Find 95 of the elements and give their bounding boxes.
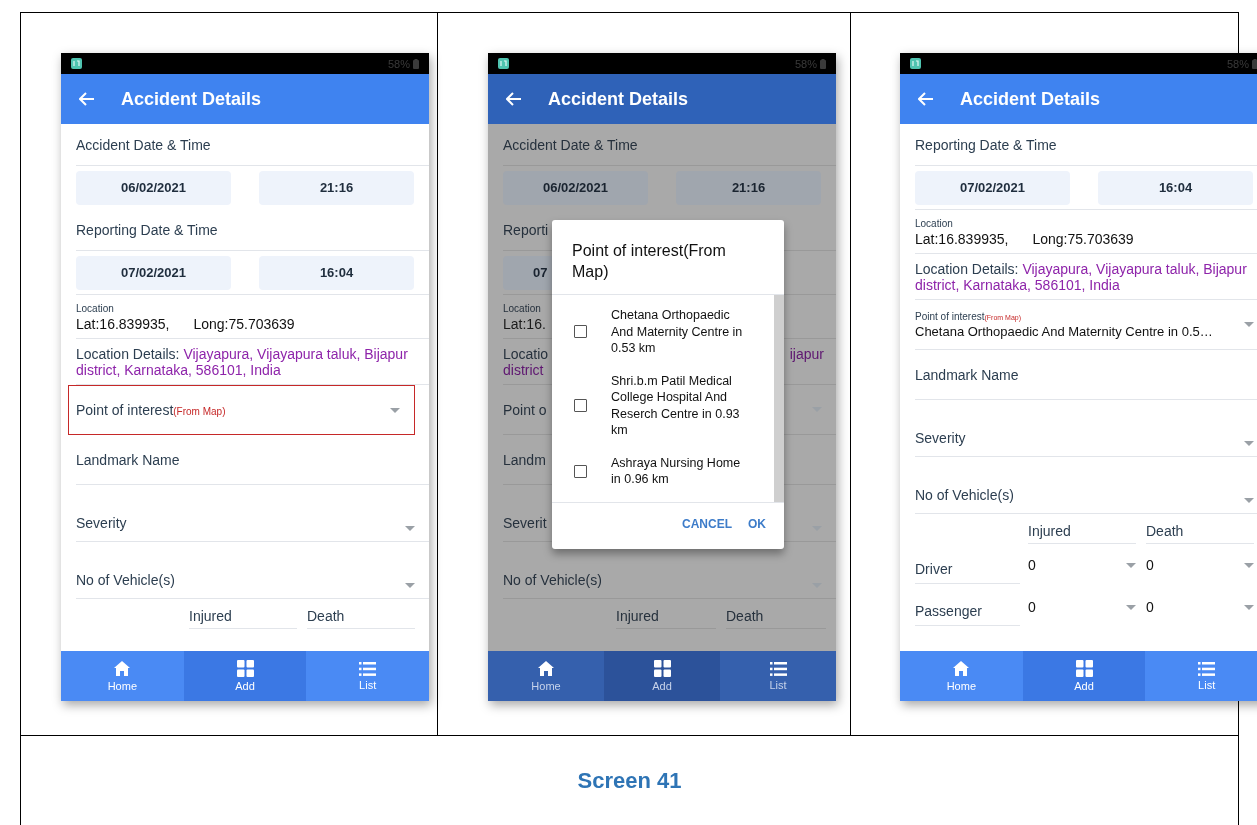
date-field[interactable]: 06/02/2021 [503, 170, 648, 205]
dropdown-caret-icon [1126, 562, 1136, 568]
nav-tab[interactable]: Add [604, 651, 720, 701]
option-label[interactable]: Ashraya Nursing Home in 0.96 km [611, 454, 751, 488]
dropdown-field[interactable]: Severity [915, 400, 1257, 457]
app-notification-icon [910, 58, 921, 69]
dialog-button[interactable]: CANCEL [676, 513, 738, 535]
time-field[interactable]: 16:04 [1098, 170, 1253, 205]
section-label: Reporting Date & Time [915, 136, 1057, 153]
back-arrow-icon[interactable] [918, 92, 934, 106]
dropdown-caret-icon [1244, 498, 1254, 503]
screen-title: Accident Details [960, 88, 1101, 110]
count-dropdown[interactable]: 0 [1146, 557, 1254, 573]
section-label: Reporting Date & Time [76, 221, 218, 238]
screen-title: Accident Details [548, 88, 689, 110]
dropdown-caret-icon [390, 407, 400, 413]
time-field[interactable]: 21:16 [676, 170, 821, 205]
dialog-button[interactable]: OK [742, 513, 772, 535]
latitude-value: Lat:16.839935, [76, 316, 170, 332]
home-icon [952, 660, 971, 677]
app-notification-icon [71, 58, 82, 69]
dropdown-caret-icon [1244, 441, 1254, 446]
battery-icon [1252, 58, 1257, 69]
row-label: Passenger [915, 588, 1020, 626]
section-label: Reporti [503, 221, 549, 238]
screen-caption: Screen 41 [577, 768, 682, 794]
battery-icon [413, 58, 419, 69]
checkbox[interactable] [574, 464, 587, 478]
home-icon [537, 660, 555, 677]
column-header: Death [1146, 523, 1254, 544]
app-notification-icon [498, 58, 509, 69]
list-icon [769, 661, 787, 676]
list-icon [359, 661, 377, 676]
location-details-value: ijapur [789, 346, 824, 362]
longitude-value: Long:75.703639 [1032, 231, 1134, 247]
count-dropdown[interactable]: 0 [1028, 557, 1136, 573]
dropdown-caret-icon [405, 526, 415, 531]
location-label: Location [915, 218, 953, 229]
text-input-field[interactable]: Landmark Name [915, 350, 1257, 400]
location-details-value: district [503, 362, 544, 378]
dropdown-field[interactable]: No of Vehicle(s) [76, 542, 429, 599]
nav-tab[interactable]: Add [183, 651, 307, 701]
grid-icon [1075, 660, 1093, 677]
dropdown-caret-icon [1126, 604, 1136, 610]
dropdown-caret-icon [405, 583, 415, 588]
nav-tab[interactable]: List [720, 651, 836, 701]
battery-icon [820, 58, 826, 69]
nav-tab[interactable]: Add [1022, 651, 1146, 701]
date-field[interactable]: 07/02/2021 [76, 255, 231, 290]
grid-icon [653, 660, 671, 677]
dropdown-field[interactable]: No of Vehicle(s) [915, 457, 1257, 514]
checkbox[interactable] [574, 325, 587, 339]
latitude-value: Lat:16.839935, [915, 231, 1009, 247]
grid-icon [236, 660, 254, 677]
screen-title: Accident Details [121, 88, 262, 110]
longitude-value: Long:75.703639 [193, 316, 295, 332]
location-label: Location [503, 303, 541, 314]
location-details: Location Details: Vijayapura, Vijayapura taluk, Bijapur district, Karnataka, 586101, India [915, 261, 1248, 293]
time-field[interactable]: 16:04 [259, 255, 414, 290]
location-details-label: Locatio [503, 346, 549, 362]
dropdown-caret-icon [1244, 562, 1254, 568]
option-label[interactable]: Chetana Orthopaedic And Maternity Centre in 0.53 km [611, 307, 751, 357]
back-arrow-icon[interactable] [506, 92, 522, 106]
location-label: Location [76, 303, 114, 314]
count-dropdown[interactable]: 0 [1146, 599, 1254, 615]
text-input-field[interactable]: Landmark Name [76, 435, 429, 485]
list-icon [1198, 661, 1216, 676]
dropdown-caret-icon [1244, 604, 1254, 610]
row-label: Driver [915, 546, 1020, 584]
dropdown-field[interactable]: Severity [76, 485, 429, 542]
scrollbar[interactable] [774, 295, 784, 502]
dropdown-caret-icon [1244, 322, 1254, 327]
section-label: Accident Date & Time [76, 136, 211, 153]
time-field[interactable]: 21:16 [259, 170, 414, 205]
checkbox[interactable] [574, 399, 587, 412]
column-header: Injured [189, 608, 297, 629]
dialog-title: Point of interest(From Map) [571, 241, 727, 282]
latitude-value: Lat:16. [503, 316, 546, 332]
option-label[interactable]: Shri.b.m Patil Medical College Hospital And Reserch Centre in 0.93 km [611, 372, 751, 439]
column-header: Injured [616, 608, 716, 629]
column-header: Death [726, 608, 826, 629]
home-icon [113, 660, 132, 677]
field-label: Point of interest(From Map) [76, 402, 226, 418]
location-details: Location Details: Vijayapura, Vijayapura taluk, Bijapur district, Karnataka, 586101, India [76, 346, 409, 378]
date-field[interactable]: 06/02/2021 [76, 170, 231, 205]
selected-value: Chetana Orthopaedic And Maternity Centre in 0.5… [915, 323, 1213, 339]
field-label: Point o [503, 401, 547, 418]
column-header: Death [307, 608, 415, 629]
section-label: Accident Date & Time [503, 136, 638, 153]
nav-tab[interactable]: Home [488, 651, 604, 701]
date-field[interactable]: 07/02/2021 [915, 170, 1070, 205]
back-arrow-icon[interactable] [79, 92, 95, 106]
count-dropdown[interactable]: 0 [1028, 599, 1136, 615]
column-header: Injured [1028, 523, 1136, 544]
point-of-interest-dropdown[interactable]: Point of interest(From Map) [68, 385, 415, 435]
